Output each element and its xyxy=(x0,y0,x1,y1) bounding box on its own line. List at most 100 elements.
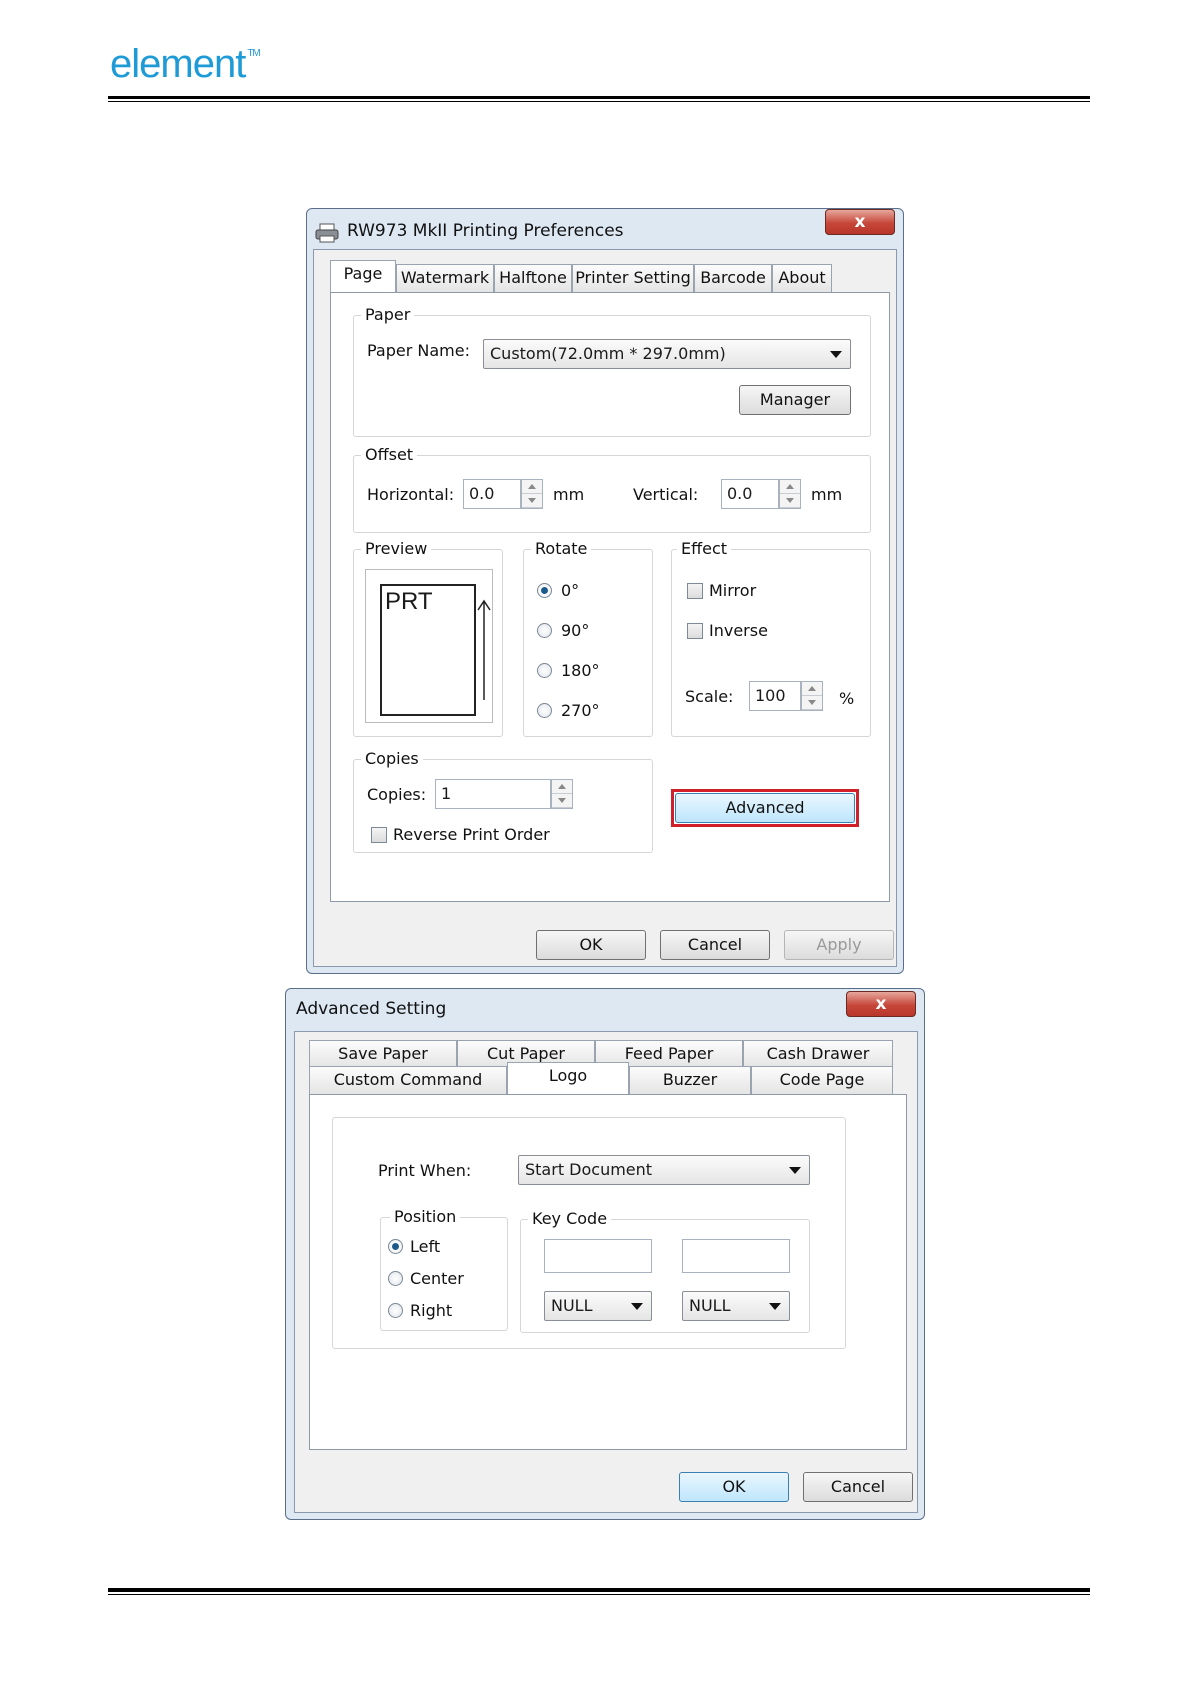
spin-up-icon[interactable] xyxy=(522,480,542,494)
tab-custom-command[interactable]: Custom Command xyxy=(309,1066,507,1094)
horizontal-spinner[interactable] xyxy=(521,479,543,509)
advanced-setting-window: Advanced Setting x Save Paper Cut Paper … xyxy=(285,988,925,1520)
copies-input[interactable]: 1 xyxy=(435,779,551,809)
scale-spinner[interactable] xyxy=(801,681,823,711)
header-rule-thin xyxy=(108,101,1090,102)
spin-up-icon[interactable] xyxy=(552,780,572,794)
print-when-value: Start Document xyxy=(525,1160,653,1179)
key-code-select-2[interactable]: NULL xyxy=(682,1291,790,1321)
paper-name-label: Paper Name: xyxy=(367,341,470,360)
scale-input[interactable]: 100 xyxy=(749,681,801,711)
tab-logo[interactable]: Logo xyxy=(507,1062,629,1094)
position-group-label: Position xyxy=(390,1207,461,1226)
spin-down-icon[interactable] xyxy=(802,696,822,710)
key-code-select-2-value: NULL xyxy=(689,1296,731,1315)
print-when-select[interactable]: Start Document xyxy=(518,1155,810,1185)
vertical-input[interactable]: 0.0 xyxy=(721,479,779,509)
print-when-label: Print When: xyxy=(378,1161,472,1180)
paper-group-label: Paper xyxy=(361,305,415,324)
tab-barcode[interactable]: Barcode xyxy=(694,264,772,292)
rotate-option-label: 0° xyxy=(561,581,580,600)
radio-icon[interactable] xyxy=(388,1303,403,1318)
footer-rule-thick xyxy=(108,1588,1090,1592)
close-button[interactable]: x xyxy=(825,209,895,235)
manager-button[interactable]: Manager xyxy=(739,385,851,415)
spin-down-icon[interactable] xyxy=(552,794,572,808)
rotate-group-label: Rotate xyxy=(531,539,592,558)
preview-text: PRT xyxy=(385,588,433,615)
radio-icon[interactable] xyxy=(537,623,552,638)
position-option-label: Center xyxy=(410,1269,464,1288)
paper-name-value: Custom(72.0mm * 297.0mm) xyxy=(490,344,726,363)
arrow-up-icon xyxy=(477,599,491,700)
preview-page: PRT xyxy=(380,584,476,716)
key-code-select-1-value: NULL xyxy=(551,1296,593,1315)
tab-watermark[interactable]: Watermark xyxy=(396,264,494,292)
spin-up-icon[interactable] xyxy=(802,682,822,696)
checkbox-icon[interactable] xyxy=(687,623,703,639)
preview-group-label: Preview xyxy=(361,539,432,558)
rotate-option-label: 270° xyxy=(561,701,600,720)
key-code-select-1[interactable]: NULL xyxy=(544,1291,652,1321)
logo-text: element xyxy=(110,42,246,86)
inverse-label: Inverse xyxy=(709,621,768,640)
checkbox-icon[interactable] xyxy=(687,583,703,599)
tab-printer-setting[interactable]: Printer Setting xyxy=(572,264,694,292)
rotate-option-label: 180° xyxy=(561,661,600,680)
chevron-down-icon xyxy=(769,1303,781,1310)
horizontal-input[interactable]: 0.0 xyxy=(463,479,521,509)
tab-page[interactable]: Page xyxy=(330,260,396,292)
cancel-button[interactable]: Cancel xyxy=(803,1472,913,1502)
apply-button[interactable]: Apply xyxy=(784,930,894,960)
scale-unit: % xyxy=(839,689,855,708)
preview-frame: PRT xyxy=(365,569,493,723)
logo-tab-panel: Print When: Start Document Position Left… xyxy=(309,1094,907,1450)
tab-about[interactable]: About xyxy=(772,264,832,292)
copies-group-label: Copies xyxy=(361,749,423,768)
copies-spinner[interactable] xyxy=(551,779,573,809)
reverse-print-order-label: Reverse Print Order xyxy=(393,825,550,844)
chevron-down-icon xyxy=(631,1303,643,1310)
scale-label: Scale: xyxy=(685,687,734,706)
horizontal-unit: mm xyxy=(553,485,585,504)
close-button[interactable]: x xyxy=(846,991,916,1017)
window-title: RW973 MkII Printing Preferences xyxy=(347,221,624,241)
tab-cash-drawer[interactable]: Cash Drawer xyxy=(743,1040,893,1068)
ok-button[interactable]: OK xyxy=(679,1472,789,1502)
paper-group xyxy=(353,315,871,437)
position-option-label: Left xyxy=(410,1237,441,1256)
vertical-unit: mm xyxy=(811,485,843,504)
printing-preferences-window: RW973 MkII Printing Preferences x Page W… xyxy=(306,208,904,974)
window-body: Page Watermark Halftone Printer Setting … xyxy=(313,249,897,967)
vertical-label: Vertical: xyxy=(633,485,699,504)
footer-rule-thin xyxy=(108,1594,1090,1595)
rotate-option-label: 90° xyxy=(561,621,590,640)
radio-icon[interactable] xyxy=(388,1271,403,1286)
radio-selected-icon[interactable] xyxy=(537,583,552,598)
page-tab-panel: Paper Paper Name: Custom(72.0mm * 297.0m… xyxy=(330,292,890,902)
horizontal-label: Horizontal: xyxy=(367,485,455,504)
cancel-button[interactable]: Cancel xyxy=(660,930,770,960)
key-code-field-1[interactable] xyxy=(544,1239,652,1273)
radio-icon[interactable] xyxy=(537,663,552,678)
radio-selected-icon[interactable] xyxy=(388,1239,403,1254)
vertical-spinner[interactable] xyxy=(779,479,801,509)
key-code-field-2[interactable] xyxy=(682,1239,790,1273)
window-body: Save Paper Cut Paper Feed Paper Cash Dra… xyxy=(294,1031,918,1513)
ok-button[interactable]: OK xyxy=(536,930,646,960)
spin-up-icon[interactable] xyxy=(780,480,800,494)
advanced-button[interactable]: Advanced xyxy=(675,793,855,823)
offset-group-label: Offset xyxy=(361,445,418,464)
paper-name-select[interactable]: Custom(72.0mm * 297.0mm) xyxy=(483,339,851,369)
checkbox-icon[interactable] xyxy=(371,827,387,843)
tab-code-page[interactable]: Code Page xyxy=(751,1066,893,1094)
tab-save-paper[interactable]: Save Paper xyxy=(309,1040,457,1068)
radio-icon[interactable] xyxy=(537,703,552,718)
copies-label: Copies: xyxy=(367,785,427,804)
tab-halftone[interactable]: Halftone xyxy=(494,264,572,292)
spin-down-icon[interactable] xyxy=(522,494,542,508)
element-logo: element TM xyxy=(110,42,261,87)
mirror-label: Mirror xyxy=(709,581,757,600)
tab-buzzer[interactable]: Buzzer xyxy=(629,1066,751,1094)
spin-down-icon[interactable] xyxy=(780,494,800,508)
